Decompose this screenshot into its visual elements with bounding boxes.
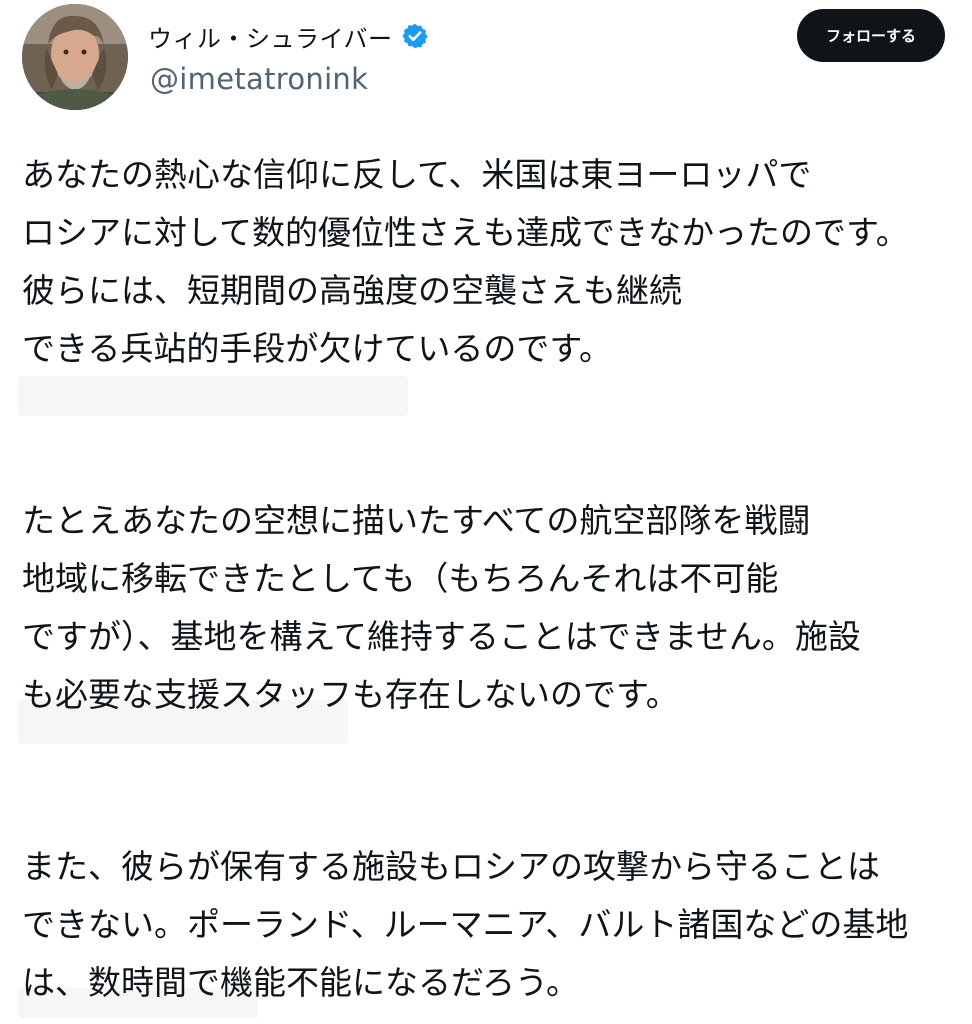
tweet-line: たとえあなたの空想に描いたすべての航空部隊を戦闘 bbox=[22, 501, 811, 540]
follow-button[interactable]: フォローする bbox=[797, 9, 945, 62]
tweet-line: できる兵站的手段が欠けているのです。 bbox=[22, 329, 613, 368]
author-name-row: ウィル・シュライバー bbox=[148, 14, 429, 58]
author-avatar[interactable] bbox=[22, 4, 128, 110]
tweet-header: ウィル・シュライバー @imetatronink フォローする bbox=[0, 0, 972, 120]
tweet-text: あなたの熱心な信仰に反して、米国は東ヨーロッパで ロシアに対して数的優位性さえも… bbox=[22, 146, 952, 1012]
tweet-paragraph-1: あなたの熱心な信仰に反して、米国は東ヨーロッパで ロシアに対して数的優位性さえも… bbox=[22, 146, 952, 378]
tweet-paragraph-3: また、彼らが保有する施設もロシアの攻撃から守ることは できない。ポーランド、ルー… bbox=[22, 838, 952, 1012]
tweet-line: できない。ポーランド、ルーマニア、バルト諸国などの基地 bbox=[22, 905, 909, 944]
tweet-line: ロシアに対して数的優位性さえも達成できなかったのです。 bbox=[22, 213, 909, 252]
author-display-name[interactable]: ウィル・シュライバー bbox=[148, 19, 393, 54]
tweet-line: あなたの熱心な信仰に反して、米国は東ヨーロッパで bbox=[22, 155, 812, 194]
tweet-paragraph-2: たとえあなたの空想に描いたすべての航空部隊を戦闘 地域に移転できたとしても（もち… bbox=[22, 492, 952, 724]
tweet-line: も必要な支援スタッフも存在しないのです。 bbox=[22, 675, 679, 714]
tweet-line: 地域に移転できたとしても（もちろんそれは不可能 bbox=[22, 559, 779, 598]
tweet-line: また、彼らが保有する施設もロシアの攻撃から守ることは bbox=[22, 847, 880, 886]
tweet-line: 彼らには、短期間の高強度の空襲さえも継続 bbox=[22, 271, 682, 310]
verified-badge-icon[interactable] bbox=[401, 22, 429, 50]
profile-photo-icon bbox=[22, 4, 128, 110]
tweet-line: ですが）、基地を構えて維持することはできません。施設 bbox=[22, 617, 861, 656]
tweet-line: は、数時間で機能不能になるだろう。 bbox=[22, 963, 580, 1002]
author-handle[interactable]: @imetatronink bbox=[150, 62, 368, 96]
